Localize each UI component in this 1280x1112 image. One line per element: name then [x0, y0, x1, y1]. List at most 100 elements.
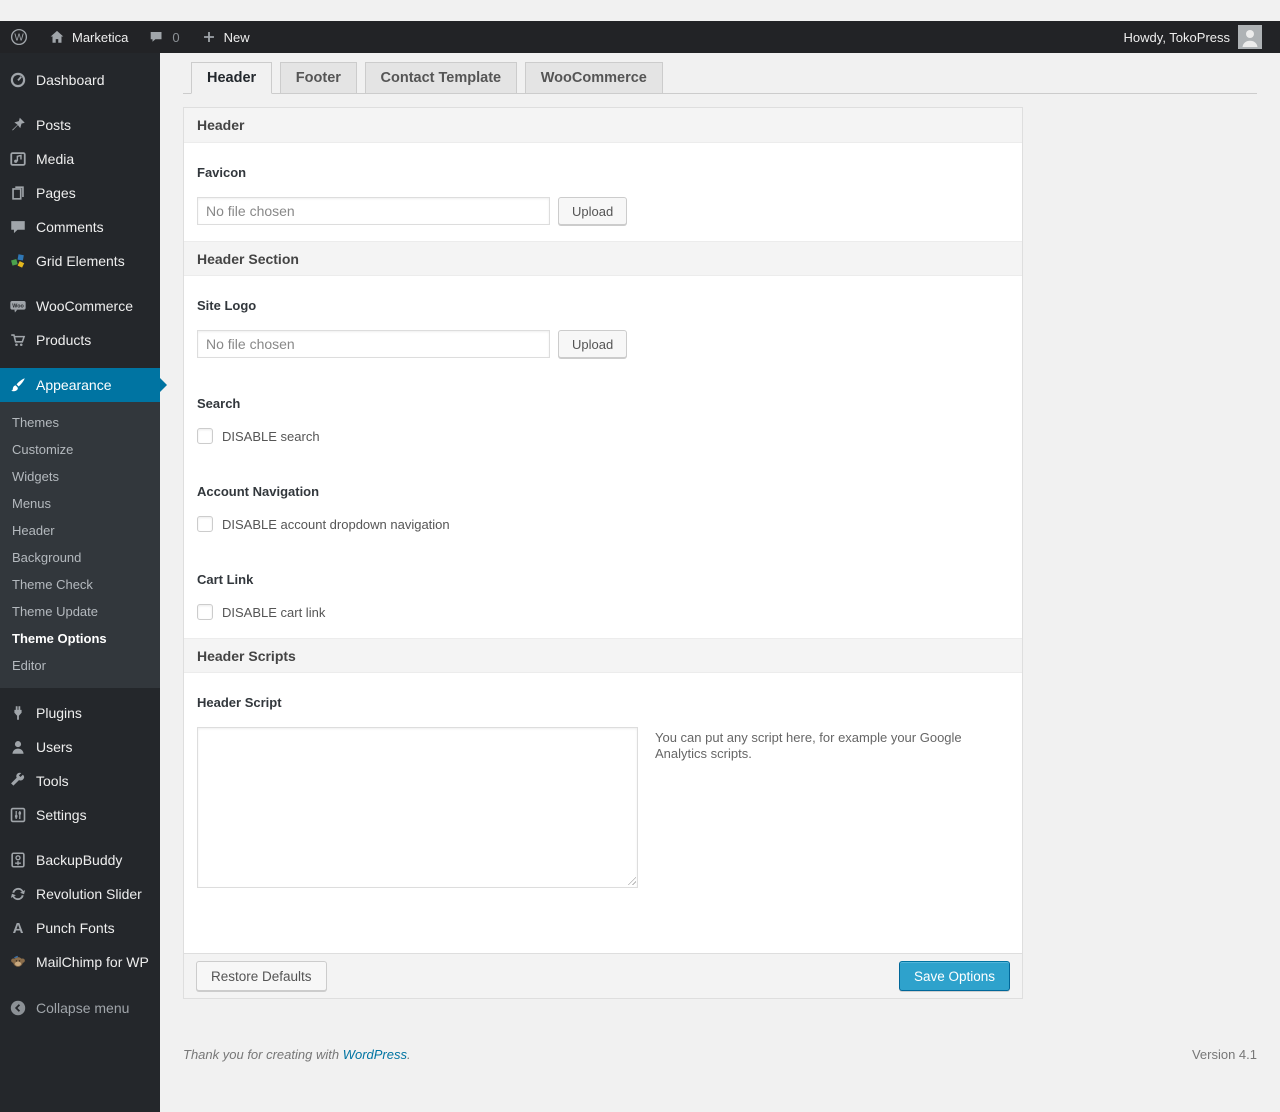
sidebar-subitem-theme-update[interactable]: Theme Update	[0, 598, 160, 625]
restore-defaults-button[interactable]: Restore Defaults	[196, 961, 327, 991]
sidebar-subitem-themes[interactable]: Themes	[0, 409, 160, 436]
svg-text:Woo: Woo	[12, 303, 24, 309]
wordpress-logo-menu[interactable]: W	[0, 21, 38, 53]
sidebar-item-label: Comments	[36, 219, 104, 235]
header-script-field: Header Script You can put any script her…	[184, 673, 1022, 953]
site-name-label: Marketica	[72, 29, 129, 45]
sidebar-item-products[interactable]: Products	[0, 323, 160, 357]
sidebar-item-comments[interactable]: Comments	[0, 210, 160, 244]
admin-menu: Dashboard Posts Media Pages Comments Gri…	[0, 53, 167, 1112]
sidebar-subitem-widgets[interactable]: Widgets	[0, 463, 160, 490]
sidebar-item-punch-fonts[interactable]: A Punch Fonts	[0, 911, 160, 945]
favicon-field: Favicon Upload	[184, 143, 1022, 241]
sidebar-subitem-theme-check[interactable]: Theme Check	[0, 571, 160, 598]
header-script-help-text: You can put any script here, for example…	[655, 730, 962, 762]
sidebar-item-label: MailChimp for WP	[36, 954, 149, 970]
grid-elements-icon	[8, 251, 28, 271]
sidebar-subitem-background[interactable]: Background	[0, 544, 160, 571]
dashboard-icon	[8, 70, 28, 90]
site-name-menu[interactable]: Marketica	[38, 21, 138, 53]
sidebar-item-dashboard[interactable]: Dashboard	[0, 63, 160, 97]
sidebar-item-plugins[interactable]: Plugins	[0, 696, 160, 730]
sidebar-subitem-editor[interactable]: Editor	[0, 652, 160, 679]
sidebar-item-appearance[interactable]: Appearance	[0, 368, 167, 402]
header-script-textarea[interactable]	[197, 727, 638, 888]
save-options-button[interactable]: Save Options	[898, 961, 1010, 991]
comment-icon	[8, 217, 28, 237]
disable-account-nav-label[interactable]: DISABLE account dropdown navigation	[222, 517, 450, 532]
sidebar-item-label: Pages	[36, 185, 76, 201]
howdy-label: Howdy, TokoPress	[1123, 29, 1230, 45]
disable-cart-link-checkbox[interactable]	[197, 604, 213, 620]
sidebar-subitem-menus[interactable]: Menus	[0, 490, 160, 517]
sidebar-item-revolution-slider[interactable]: Revolution Slider	[0, 877, 160, 911]
woocommerce-icon: Woo	[8, 296, 28, 316]
cart-icon	[8, 330, 28, 350]
sidebar-subitem-theme-options[interactable]: Theme Options	[0, 625, 160, 652]
sidebar-item-label: Products	[36, 332, 92, 348]
disable-search-checkbox[interactable]	[197, 428, 213, 444]
sidebar-item-pages[interactable]: Pages	[0, 176, 160, 210]
letter-a-icon: A	[12, 919, 24, 937]
media-icon	[8, 149, 28, 169]
admin-bar: W Marketica 0 New Howdy, TokoPress	[0, 21, 1280, 53]
site-logo-upload-button[interactable]: Upload	[558, 330, 628, 358]
sidebar-item-grid-elements[interactable]: Grid Elements	[0, 244, 160, 278]
page-footer: Thank you for creating with WordPress. V…	[183, 1047, 1257, 1062]
tab-woocommerce[interactable]: WooCommerce	[524, 62, 663, 94]
wrench-icon	[8, 771, 28, 791]
account-navigation-field: Account Navigation DISABLE account dropd…	[184, 462, 1022, 550]
sidebar-item-backupbuddy[interactable]: BackupBuddy	[0, 843, 160, 877]
sidebar-item-label: Revolution Slider	[36, 886, 142, 902]
sidebar-subitem-header[interactable]: Header	[0, 517, 160, 544]
tab-contact-template[interactable]: Contact Template	[364, 62, 518, 94]
sidebar-item-label: BackupBuddy	[36, 852, 123, 868]
site-logo-file-input[interactable]	[197, 330, 550, 358]
search-field: Search DISABLE search	[184, 374, 1022, 462]
account-navigation-label: Account Navigation	[197, 484, 320, 499]
sidebar-item-woocommerce[interactable]: Woo WooCommerce	[0, 289, 160, 323]
collapse-arrow-icon	[8, 998, 28, 1018]
favicon-upload-button[interactable]: Upload	[558, 197, 628, 225]
section-header-title: Header	[197, 117, 245, 133]
wordpress-logo-icon: W	[10, 28, 28, 46]
collapse-menu-button[interactable]: Collapse menu	[0, 991, 160, 1025]
comment-bubble-icon	[148, 28, 166, 46]
sidebar-item-tools[interactable]: Tools	[0, 764, 160, 798]
user-icon	[8, 737, 28, 757]
adminbar-new-menu[interactable]: New	[190, 21, 260, 53]
sidebar-item-settings[interactable]: Settings	[0, 798, 160, 832]
sidebar-subitem-customize[interactable]: Customize	[0, 436, 160, 463]
disable-cart-link-label[interactable]: DISABLE cart link	[222, 605, 325, 620]
sidebar-item-label: Dashboard	[36, 72, 105, 88]
sidebar-item-label: Posts	[36, 117, 72, 133]
sidebar-item-users[interactable]: Users	[0, 730, 160, 764]
header-script-label: Header Script	[197, 695, 282, 710]
pages-icon	[8, 183, 28, 203]
tab-bar: Header Footer Contact Template WooCommer…	[183, 62, 1257, 94]
wordpress-link[interactable]: WordPress	[343, 1047, 407, 1062]
adminbar-comments[interactable]: 0	[138, 21, 189, 53]
disable-search-label[interactable]: DISABLE search	[222, 429, 320, 444]
new-label: New	[223, 29, 250, 45]
sidebar-item-label: Plugins	[36, 705, 82, 721]
cart-link-label: Cart Link	[197, 572, 254, 587]
sidebar-item-media[interactable]: Media	[0, 142, 160, 176]
favicon-label: Favicon	[197, 165, 247, 180]
sidebar-item-label: Settings	[36, 807, 87, 823]
plus-icon	[200, 28, 218, 46]
admin-bar-left: W Marketica 0 New	[0, 21, 260, 53]
adminbar-my-account[interactable]: Howdy, TokoPress	[1114, 21, 1272, 53]
tab-header[interactable]: Header	[191, 62, 273, 94]
sidebar-item-label: Appearance	[36, 377, 112, 393]
theme-options-panel: Header Favicon Upload Header Section Sit…	[183, 107, 1023, 999]
sidebar-item-mailchimp[interactable]: MailChimp for WP	[0, 945, 160, 979]
plug-icon	[8, 703, 28, 723]
sidebar-item-posts[interactable]: Posts	[0, 108, 160, 142]
section-header: Header	[184, 108, 1022, 143]
favicon-file-input[interactable]	[197, 197, 550, 225]
tab-footer[interactable]: Footer	[279, 62, 357, 94]
disable-account-nav-checkbox[interactable]	[197, 516, 213, 532]
sliders-icon	[8, 805, 28, 825]
pin-icon	[8, 115, 28, 135]
